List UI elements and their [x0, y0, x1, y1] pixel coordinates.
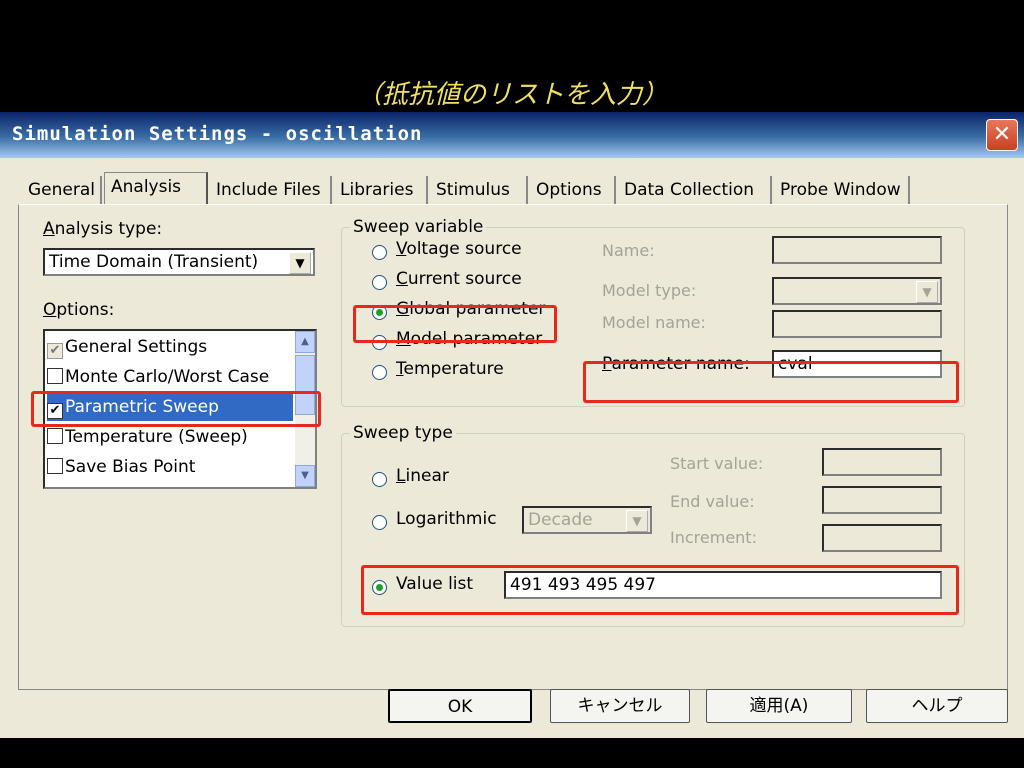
analysis-type-label: Analysis type:: [43, 219, 163, 239]
end-value-label: End value:: [670, 492, 755, 511]
tab-include-files[interactable]: Include Files: [210, 176, 332, 204]
start-value-label: Start value:: [670, 454, 764, 473]
window-title: Simulation Settings - oscillation: [12, 123, 423, 145]
checkbox-icon[interactable]: ✔: [47, 343, 63, 359]
ok-button[interactable]: OK: [388, 689, 532, 723]
tab-options[interactable]: Options: [530, 176, 616, 204]
highlight-value-list: [361, 565, 959, 615]
options-label: Options:: [43, 300, 115, 320]
chevron-down-icon: ▼: [626, 510, 648, 532]
end-value-field: [822, 486, 942, 514]
option-general-settings[interactable]: ✔ General Settings: [47, 333, 293, 361]
option-monte-carlo[interactable]: Monte Carlo/Worst Case: [47, 363, 293, 391]
highlight-global-parameter: [353, 305, 557, 343]
increment-label: Increment:: [670, 528, 757, 547]
analysis-type-select[interactable]: Time Domain (Transient) ▼: [43, 248, 315, 276]
log-scale-select: Decade ▼: [522, 506, 652, 534]
name-label: Name:: [602, 241, 655, 260]
tab-general[interactable]: General: [22, 176, 102, 204]
radio-temperature[interactable]: [372, 365, 387, 380]
model-type-label: Model type:: [602, 281, 697, 300]
scroll-up-icon[interactable]: ▲: [295, 331, 315, 353]
temperature-label: Temperature: [396, 359, 504, 379]
radio-linear[interactable]: [372, 472, 387, 487]
radio-voltage-source[interactable]: [372, 245, 387, 260]
checkbox-icon[interactable]: [47, 458, 63, 474]
sweep-variable-legend: Sweep variable: [350, 217, 487, 237]
model-name-field: [772, 310, 942, 338]
start-value-field: [822, 448, 942, 476]
model-type-select: ▼: [772, 277, 942, 305]
radio-current-source[interactable]: [372, 275, 387, 290]
apply-button[interactable]: 適用(A): [706, 689, 852, 723]
close-button[interactable]: ✕: [986, 119, 1018, 151]
checkbox-icon[interactable]: [47, 428, 63, 444]
current-source-label: Current source: [396, 269, 522, 289]
logarithmic-label: Logarithmic: [396, 509, 497, 529]
increment-field: [822, 524, 942, 552]
model-name-label: Model name:: [602, 313, 706, 332]
highlight-parametric-sweep: [31, 391, 321, 427]
name-field: [772, 236, 942, 264]
title-bar[interactable]: Simulation Settings - oscillation ✕: [0, 112, 1024, 158]
scroll-down-icon[interactable]: ▼: [295, 465, 315, 487]
simulation-settings-dialog: Simulation Settings - oscillation ✕ Gene…: [0, 112, 1024, 738]
chevron-down-icon[interactable]: ▼: [289, 252, 311, 274]
option-save-bias-point[interactable]: Save Bias Point: [47, 453, 293, 481]
analysis-panel: Analysis type: Time Domain (Transient) ▼…: [18, 204, 1008, 690]
log-scale-value: Decade: [528, 510, 593, 530]
linear-label: Linear: [396, 466, 449, 486]
tab-libraries[interactable]: Libraries: [334, 176, 428, 204]
slide-caption: （抵抗値のリストを入力）: [355, 80, 668, 110]
radio-logarithmic[interactable]: [372, 515, 387, 530]
checkbox-icon[interactable]: [47, 368, 63, 384]
highlight-parameter-name: [583, 361, 959, 403]
tab-stimulus[interactable]: Stimulus: [430, 176, 528, 204]
option-temperature-sweep[interactable]: Temperature (Sweep): [47, 423, 293, 451]
analysis-type-value: Time Domain (Transient): [49, 252, 259, 272]
help-button[interactable]: ヘルプ: [866, 689, 1008, 723]
voltage-source-label: Voltage source: [396, 239, 522, 259]
tab-data-collection[interactable]: Data Collection: [618, 176, 772, 204]
chevron-down-icon: ▼: [916, 281, 938, 303]
tab-analysis[interactable]: Analysis: [104, 172, 208, 204]
tab-probe-window[interactable]: Probe Window: [774, 176, 910, 204]
cancel-button[interactable]: キャンセル: [550, 689, 690, 723]
sweep-type-legend: Sweep type: [350, 423, 456, 443]
